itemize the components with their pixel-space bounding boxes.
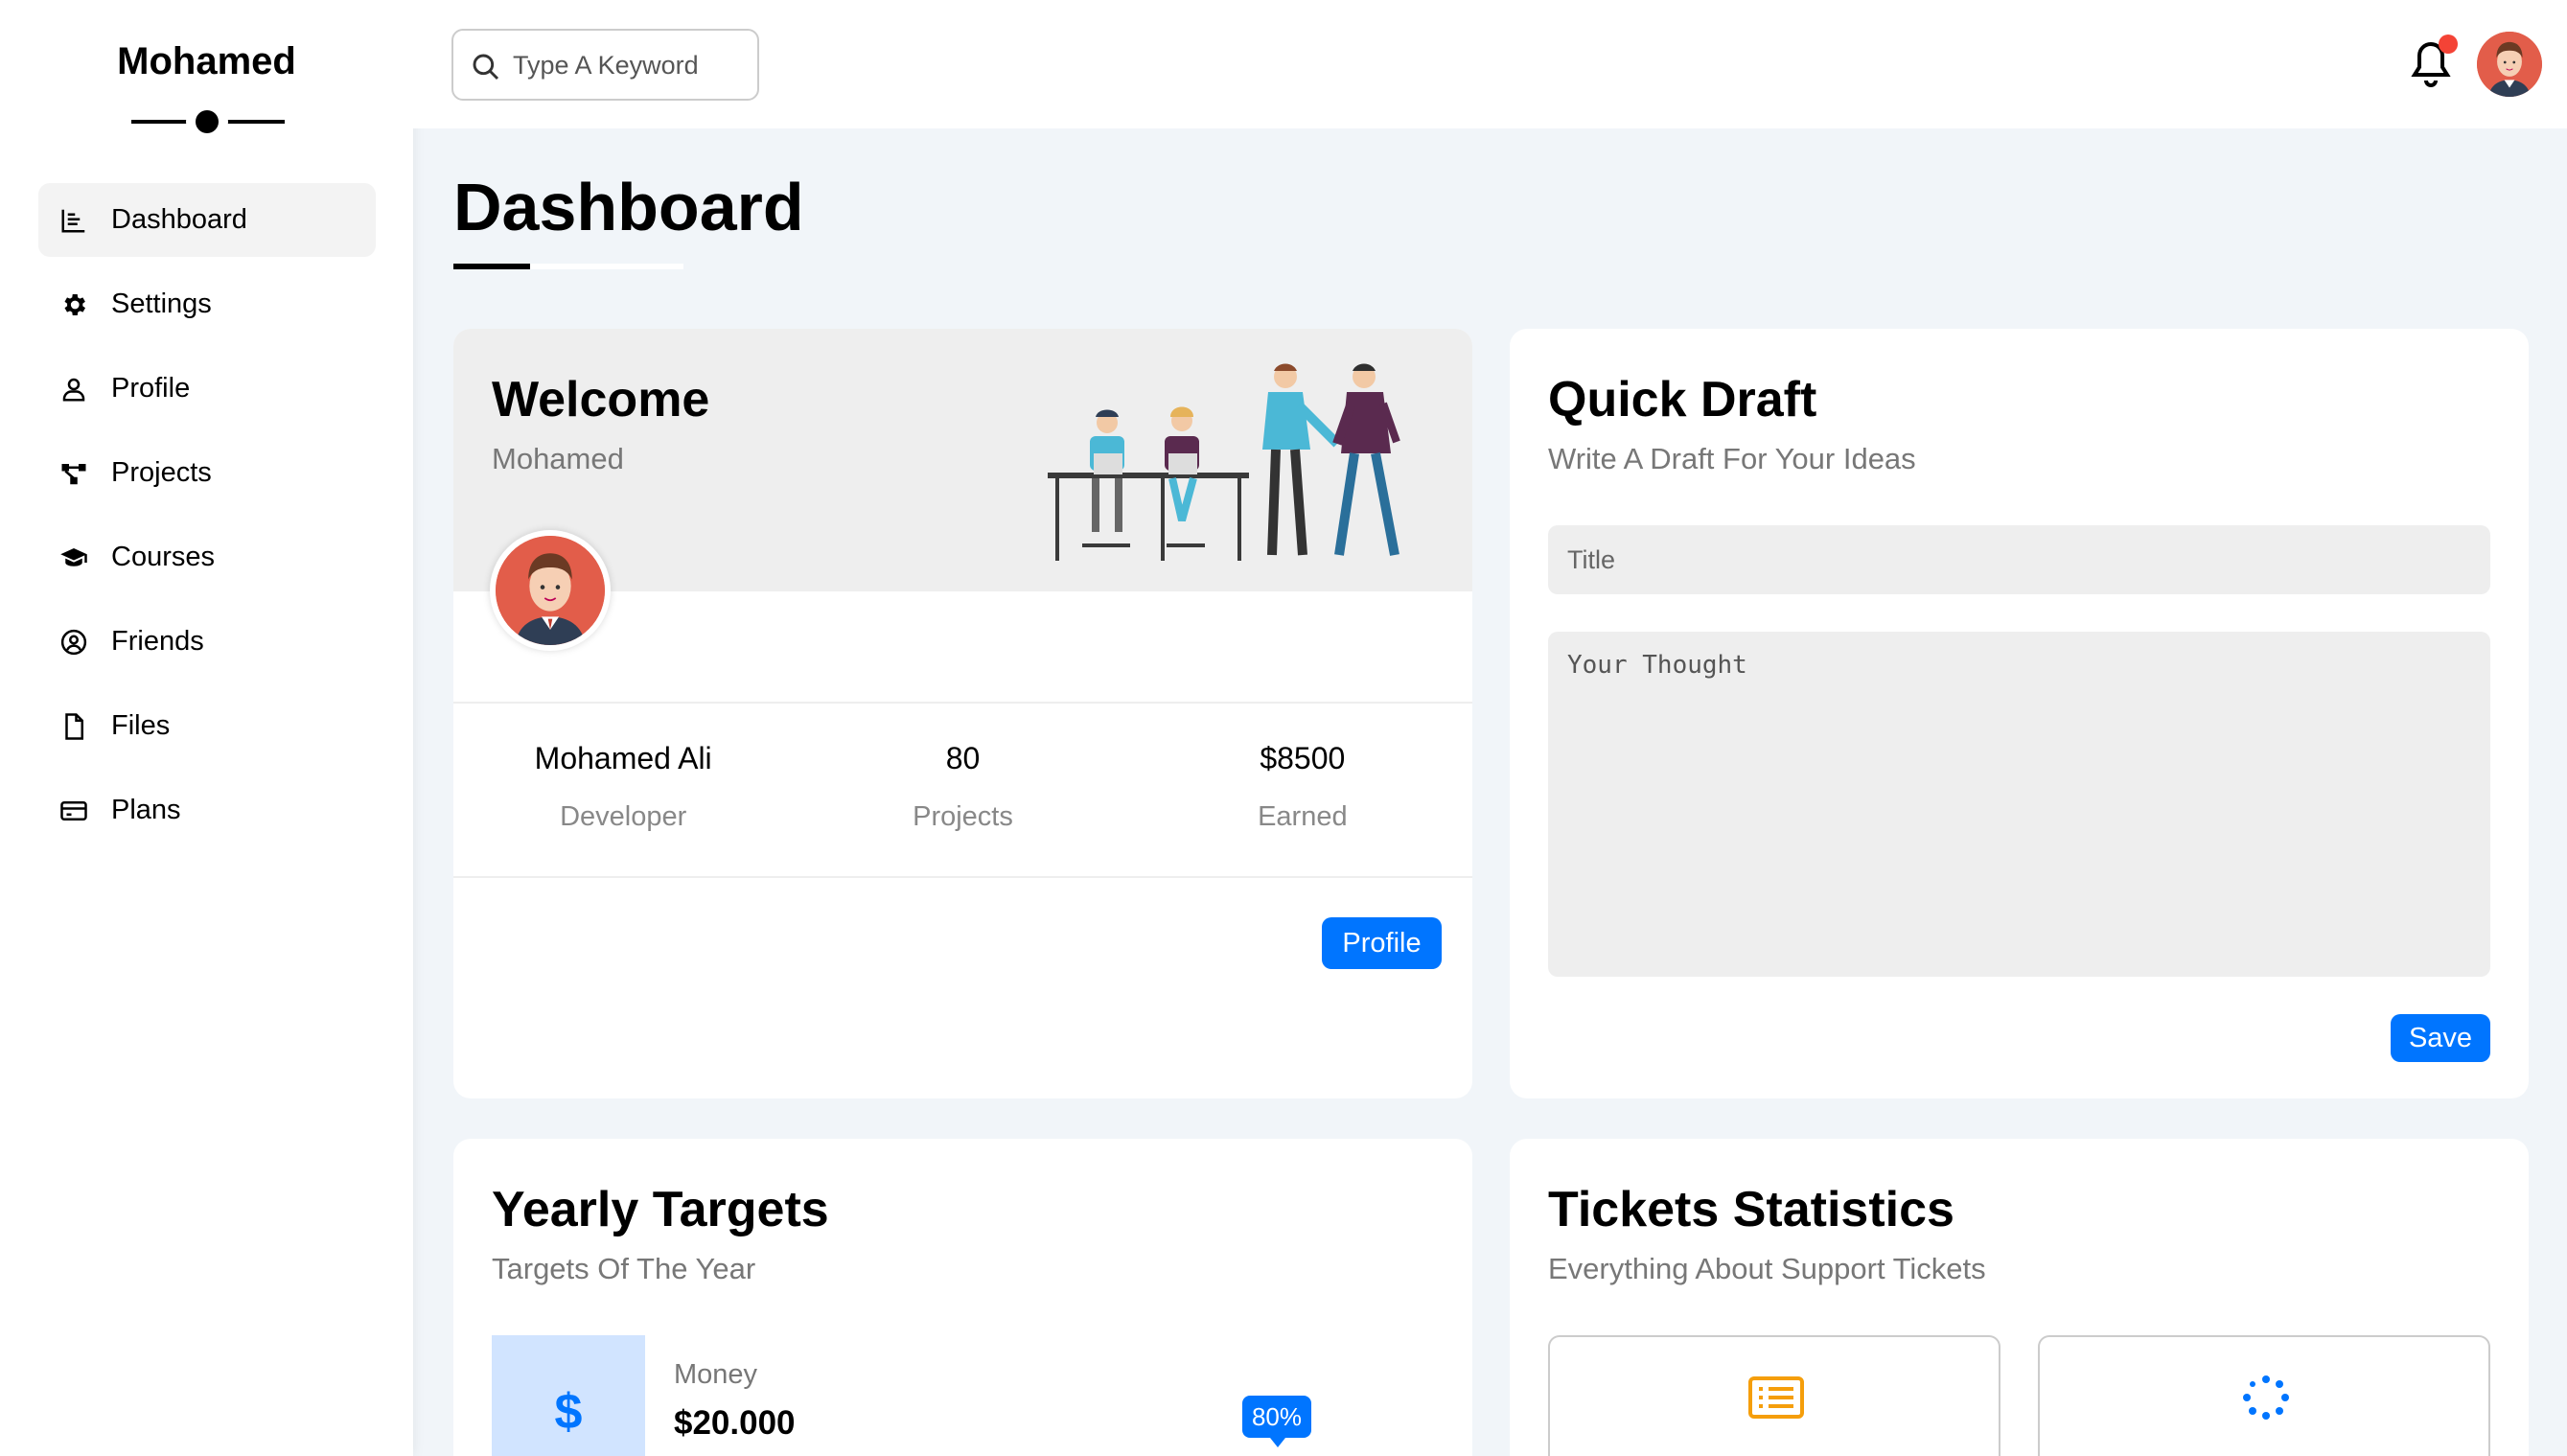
chart-icon bbox=[58, 204, 90, 237]
list-icon bbox=[1748, 1376, 1804, 1419]
title-underline bbox=[453, 264, 530, 269]
stat-label: Developer bbox=[560, 801, 687, 832]
ticket-stat-box bbox=[2038, 1335, 2490, 1456]
sidebar-item-friends[interactable]: Friends bbox=[38, 605, 376, 679]
draft-heading: Quick Draft Write A Draft For Your Ideas bbox=[1548, 371, 1916, 476]
top-header bbox=[413, 0, 2567, 128]
notification-dot bbox=[2439, 35, 2458, 54]
avatar[interactable] bbox=[2477, 32, 2542, 97]
divider bbox=[453, 876, 1472, 878]
target-label: Money bbox=[674, 1359, 758, 1390]
stat-value: 80 bbox=[945, 741, 981, 775]
search-box[interactable] bbox=[451, 29, 759, 101]
profile-button[interactable]: Profile bbox=[1322, 917, 1442, 969]
targets-title: Yearly Targets bbox=[492, 1182, 829, 1237]
draft-subtitle: Write A Draft For Your Ideas bbox=[1548, 442, 1916, 475]
tickets-statistics-card: Tickets Statistics Everything About Supp… bbox=[1510, 1139, 2529, 1456]
draft-thought-textarea[interactable] bbox=[1548, 632, 2490, 977]
credit-card-icon bbox=[58, 795, 90, 827]
sidebar-nav: Dashboard Settings Profile Projects Cour… bbox=[38, 183, 376, 858]
welcome-stats: Mohamed Ali Developer 80 Projects $8500 … bbox=[453, 741, 1472, 833]
file-icon bbox=[58, 710, 90, 743]
stat-earned: $8500 Earned bbox=[1133, 741, 1472, 833]
sidebar: Mohamed Dashboard Settings Profile Proje… bbox=[0, 0, 413, 1456]
yearly-targets-card: Yearly Targets Targets Of The Year $ Mon… bbox=[453, 1139, 1472, 1456]
welcome-subtitle: Mohamed bbox=[492, 442, 624, 475]
divider bbox=[453, 702, 1472, 704]
sidebar-item-plans[interactable]: Plans bbox=[38, 774, 376, 847]
targets-subtitle: Targets Of The Year bbox=[492, 1252, 756, 1285]
stat-label: Earned bbox=[1258, 801, 1348, 832]
target-value: $20.000 bbox=[674, 1404, 796, 1442]
welcome-heading: Welcome Mohamed bbox=[492, 371, 709, 476]
diagram-icon bbox=[58, 457, 90, 490]
sidebar-item-dashboard[interactable]: Dashboard bbox=[38, 183, 376, 257]
sidebar-item-profile[interactable]: Profile bbox=[38, 352, 376, 426]
sidebar-item-label: Friends bbox=[111, 626, 204, 657]
spinner-icon bbox=[2243, 1375, 2289, 1420]
search-input[interactable] bbox=[513, 44, 743, 86]
sidebar-item-projects[interactable]: Projects bbox=[38, 436, 376, 510]
sidebar-item-label: Settings bbox=[111, 289, 212, 319]
targets-heading: Yearly Targets Targets Of The Year bbox=[492, 1181, 829, 1286]
dollar-icon: $ bbox=[492, 1335, 645, 1456]
stat-value: $8500 bbox=[1260, 741, 1346, 775]
tickets-title: Tickets Statistics bbox=[1548, 1182, 1954, 1237]
welcome-avatar bbox=[490, 530, 611, 651]
tickets-heading: Tickets Statistics Everything About Supp… bbox=[1548, 1181, 1986, 1286]
welcome-title: Welcome bbox=[492, 372, 710, 428]
sidebar-item-files[interactable]: Files bbox=[38, 689, 376, 763]
search-icon bbox=[473, 54, 499, 81]
ticket-stat-box bbox=[1548, 1335, 2000, 1456]
graduation-cap-icon bbox=[58, 542, 90, 574]
stat-projects: 80 Projects bbox=[793, 741, 1132, 833]
sidebar-item-label: Profile bbox=[111, 373, 191, 404]
tickets-subtitle: Everything About Support Tickets bbox=[1548, 1252, 1986, 1285]
progress-badge: 80% bbox=[1242, 1396, 1311, 1447]
user-icon bbox=[58, 373, 90, 405]
draft-title-input[interactable] bbox=[1548, 525, 2490, 594]
sidebar-item-label: Plans bbox=[111, 795, 181, 825]
draft-title: Quick Draft bbox=[1548, 372, 1817, 428]
sidebar-item-settings[interactable]: Settings bbox=[38, 267, 376, 341]
brand-name: Mohamed bbox=[117, 40, 296, 82]
page-title: Dashboard bbox=[453, 170, 804, 244]
sidebar-item-label: Courses bbox=[111, 542, 215, 572]
save-button[interactable]: Save bbox=[2391, 1014, 2490, 1062]
gear-icon bbox=[58, 289, 90, 321]
stat-name: Mohamed Ali Developer bbox=[453, 741, 793, 833]
team-illustration bbox=[1048, 363, 1400, 561]
quick-draft-card: Quick Draft Write A Draft For Your Ideas… bbox=[1510, 329, 2529, 1098]
stat-label: Projects bbox=[913, 801, 1013, 832]
sidebar-item-label: Files bbox=[111, 710, 171, 741]
sidebar-item-label: Dashboard bbox=[111, 204, 247, 235]
welcome-card: Welcome Mohamed Mohamed Ali Developer 80… bbox=[453, 329, 1472, 1098]
brand-divider-dot bbox=[196, 110, 219, 133]
stat-value: Mohamed Ali bbox=[534, 741, 712, 775]
user-circle-icon bbox=[58, 626, 90, 659]
sidebar-item-courses[interactable]: Courses bbox=[38, 520, 376, 594]
sidebar-item-label: Projects bbox=[111, 457, 212, 488]
